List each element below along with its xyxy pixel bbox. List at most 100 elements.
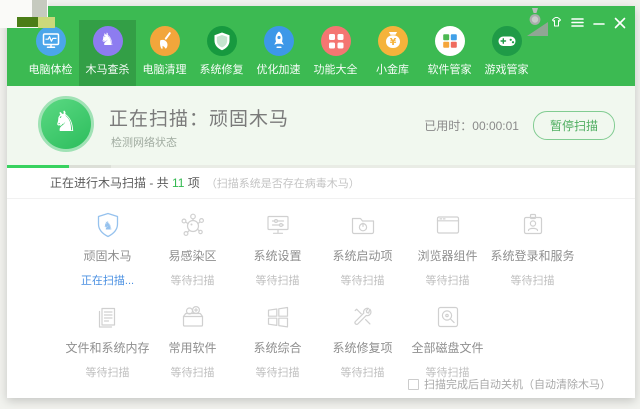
scan-progress-buffer: [69, 165, 111, 168]
tab-label: 游戏管家: [484, 64, 529, 76]
item-label: 系统启动项: [332, 249, 393, 263]
tab-label: 电脑体检: [28, 64, 73, 76]
auto-shutdown-option[interactable]: 扫描完成后自动关机（自动清除木马）: [408, 376, 611, 392]
scan-item-system-settings: 系统设置 等待扫描: [235, 210, 320, 288]
item-label: 文件和系统内存: [65, 341, 150, 355]
scan-item-common-software: 常用软件 等待扫描: [150, 302, 235, 380]
scan-item-stubborn-trojan: ♞ 顽固木马 正在扫描...: [65, 210, 150, 288]
item-status: 等待扫描: [170, 367, 215, 379]
scan-status-bar: 正在进行木马扫描 - 共 11 项 （扫描系统是否存在病毒木马）: [7, 168, 635, 199]
item-status: 等待扫描: [510, 275, 555, 287]
skin-tshirt-icon[interactable]: [549, 15, 564, 30]
tab-trojan-scan[interactable]: ♞ 木马查杀: [79, 20, 136, 86]
computer-checkup-icon: [35, 26, 66, 56]
item-label: 全部磁盘文件: [411, 341, 484, 355]
item-status: 等待扫描: [255, 367, 300, 379]
documents-icon: [98, 307, 115, 328]
scan-title: 正在扫描：顽固木马: [109, 109, 290, 130]
item-label: 易感染区: [168, 249, 217, 263]
cleanup-broom-icon: [149, 26, 180, 56]
scan-item-system-overall: 系统综合 等待扫描: [235, 302, 320, 380]
tab-computer-cleanup[interactable]: 电脑清理: [136, 20, 193, 86]
repair-tools-icon: [353, 307, 372, 325]
tab-label: 功能大全: [313, 64, 358, 76]
app-window: 电脑体检 ♞ 木马查杀 电脑清理 系统修复 优化加速 功能大全 ¥ 小金库 软件…: [7, 6, 635, 398]
close-icon[interactable]: [612, 15, 627, 30]
medal-icon[interactable]: [527, 8, 543, 26]
toolbox-grid-icon: [320, 26, 351, 56]
window-controls: [527, 8, 627, 30]
tab-label: 木马查杀: [85, 64, 130, 76]
scan-item-startup-items: 系统启动项 等待扫描: [320, 210, 405, 288]
trojan-scan-horse-icon: ♞: [92, 26, 123, 56]
tab-speedup[interactable]: 优化加速: [250, 20, 307, 86]
item-status: 等待扫描: [340, 367, 385, 379]
status-count: 11: [172, 176, 185, 190]
item-label: 系统综合: [253, 341, 302, 355]
scan-item-all-disk-files: 全部磁盘文件 等待扫描: [405, 302, 490, 380]
monitor-settings-icon: [266, 215, 289, 234]
item-label: 系统修复项: [332, 341, 393, 355]
scan-item-files-and-memory: 文件和系统内存 等待扫描: [65, 302, 150, 380]
tab-label: 电脑清理: [142, 64, 187, 76]
id-badge-icon: [523, 213, 542, 235]
speedup-rocket-icon: [263, 26, 294, 56]
main-menu-icon[interactable]: [570, 15, 585, 30]
scan-item-repair-items: 系统修复项 等待扫描: [320, 302, 405, 380]
game-manager-icon: [491, 26, 522, 56]
tab-label: 系统修复: [199, 64, 244, 76]
scan-progress-bar: [7, 165, 635, 168]
tab-system-repair[interactable]: 系统修复: [193, 20, 250, 86]
desktop-light-green-square: [38, 17, 55, 28]
scanning-horse-icon: ♞: [38, 96, 94, 152]
scan-subtitle: 检测网络状态: [111, 137, 177, 149]
browser-window-icon: [436, 216, 459, 234]
tab-software-manager[interactable]: 软件管家: [421, 20, 478, 86]
tab-label: 软件管家: [427, 64, 472, 76]
item-status: 正在扫描...: [80, 275, 135, 287]
item-status: 等待扫描: [340, 275, 385, 287]
tab-computer-checkup[interactable]: 电脑体检: [22, 20, 79, 86]
item-label: 常用软件: [168, 341, 217, 355]
item-status: 等待扫描: [170, 275, 215, 287]
scan-item-browser-components: 浏览器组件 等待扫描: [405, 210, 490, 288]
svg-text:♞: ♞: [102, 219, 112, 233]
tab-all-functions[interactable]: 功能大全: [307, 20, 364, 86]
auto-shutdown-label: 扫描完成后自动关机（自动清除木马）: [424, 379, 611, 391]
status-text-suffix: 项: [184, 176, 200, 190]
scan-item-infection-zones: 易感染区 等待扫描: [150, 210, 235, 288]
status-note: （扫描系统是否存在病毒木马）: [205, 178, 360, 190]
windows-logo-icon: [267, 306, 288, 328]
tab-label: 小金库: [376, 64, 409, 76]
desktop-dark-green-square: [17, 17, 38, 27]
scan-item-login-and-services: 系统登录和服务 等待扫描: [490, 210, 575, 288]
item-status: 等待扫描: [425, 275, 470, 287]
minimize-icon[interactable]: [591, 15, 606, 30]
pause-scan-button[interactable]: 暂停扫描: [532, 111, 615, 140]
item-status: 等待扫描: [255, 275, 300, 287]
tab-label: 优化加速: [256, 64, 301, 76]
auto-shutdown-checkbox[interactable]: [408, 378, 419, 390]
system-repair-shield-icon: [206, 26, 237, 56]
software-manager-icon: [434, 26, 465, 56]
elapsed-time: 已用时：00:00:01: [424, 119, 519, 133]
item-label: 顽固木马: [83, 249, 132, 263]
item-label: 浏览器组件: [417, 249, 478, 263]
shield-horse-icon: ♞: [97, 212, 118, 238]
top-nav-bar: 电脑体检 ♞ 木马查杀 电脑清理 系统修复 优化加速 功能大全 ¥ 小金库 软件…: [7, 6, 635, 86]
software-box-icon: [182, 305, 203, 327]
startup-folder-icon: [351, 217, 374, 235]
money-vault-icon: ¥: [377, 26, 408, 56]
virus-icon: [180, 213, 204, 237]
nav-tab-strip: 电脑体检 ♞ 木马查杀 电脑清理 系统修复 优化加速 功能大全 ¥ 小金库 软件…: [22, 20, 535, 86]
scan-header: ♞ 正在扫描：顽固木马 检测网络状态 已用时：00:00:01 暂停扫描: [7, 86, 635, 165]
scan-items-panel: ♞ 顽固木马 正在扫描... 易感染区 等待扫描 系统设置 等待扫描 系统启动项…: [7, 199, 635, 398]
item-label: 系统登录和服务: [490, 249, 575, 263]
status-text: 正在进行木马扫描 - 共: [50, 176, 172, 190]
tab-money-vault[interactable]: ¥ 小金库: [364, 20, 421, 86]
item-status: 等待扫描: [85, 367, 130, 379]
item-label: 系统设置: [253, 249, 302, 263]
svg-text:¥: ¥: [389, 37, 396, 48]
scan-progress-fill: [7, 165, 69, 168]
disk-search-icon: [437, 306, 458, 328]
